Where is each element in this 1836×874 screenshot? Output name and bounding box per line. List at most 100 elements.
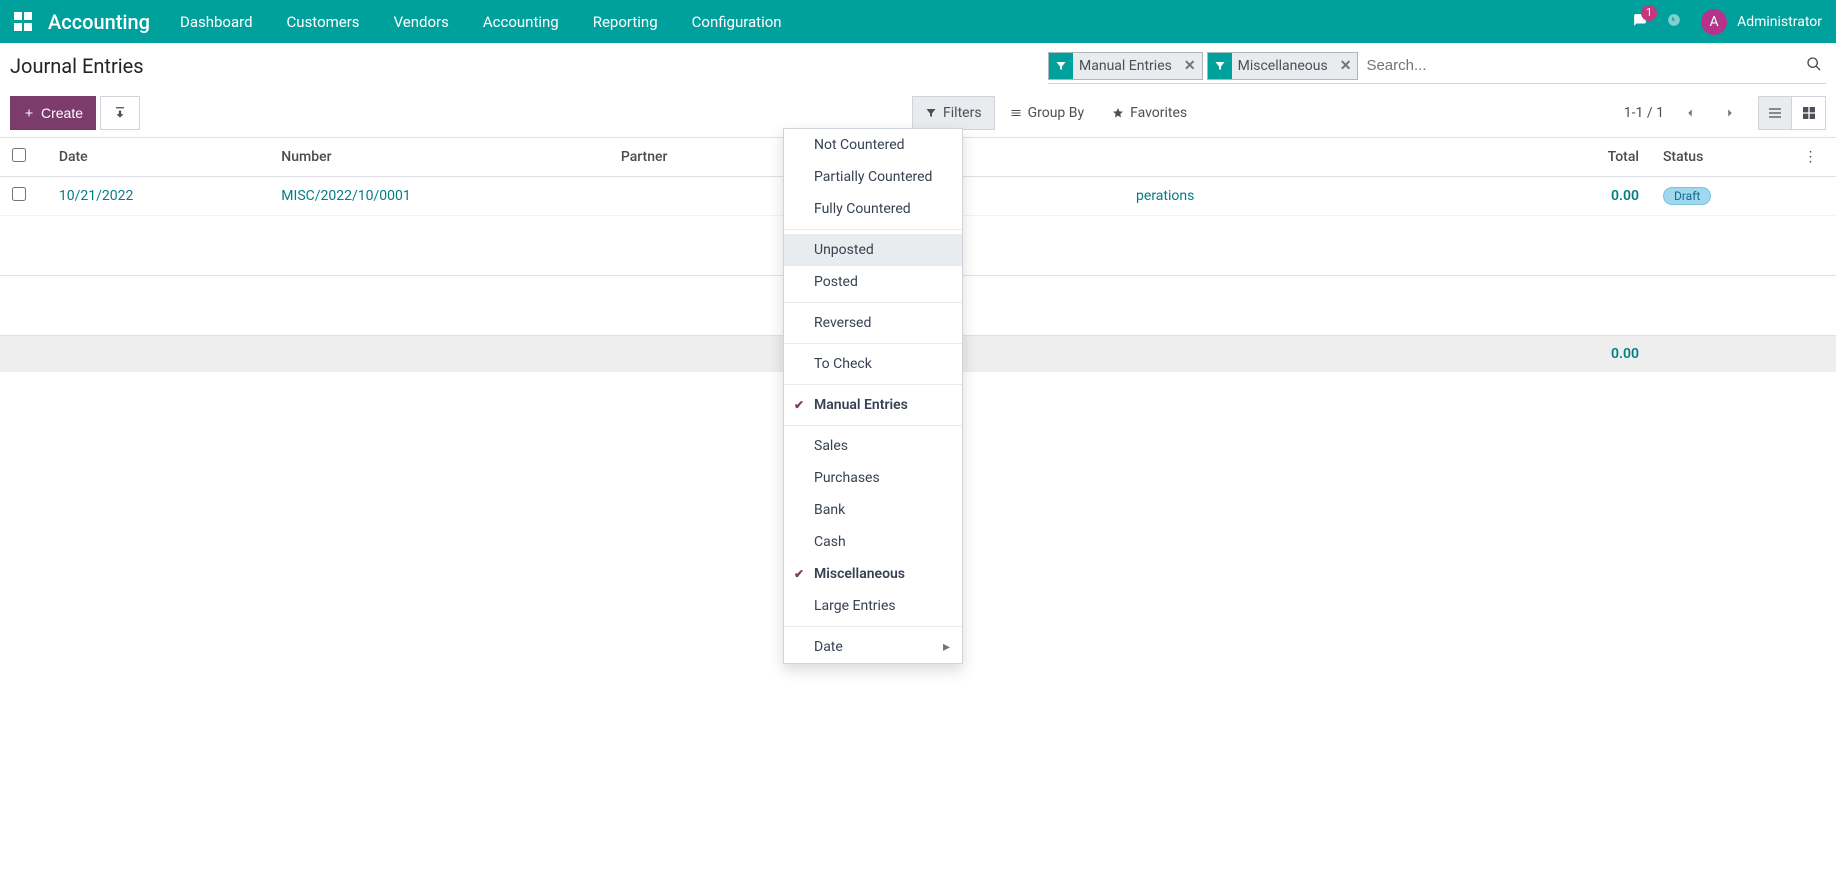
cell-journal[interactable]: perations <box>1124 177 1405 216</box>
filter-option-label: Manual Entries <box>814 397 908 413</box>
check-icon: ✔ <box>794 567 804 581</box>
menu-item[interactable]: Dashboard <box>180 13 253 31</box>
filter-option[interactable]: Date ▸ <box>784 631 962 663</box>
app-brand[interactable]: Accounting <box>48 10 150 34</box>
main-menu: Dashboard Customers Vendors Accounting Repor… <box>180 13 782 31</box>
pager: 1-1 / 1 <box>1624 99 1744 127</box>
search-bar[interactable]: Manual Entries ✕ Miscellaneous ✕ <box>1048 48 1826 84</box>
dropdown-separator <box>784 384 962 385</box>
favorites-button[interactable]: Favorites <box>1099 96 1200 130</box>
messages-icon[interactable]: 1 <box>1633 13 1647 31</box>
filter-option-label: Reversed <box>814 315 871 331</box>
filter-option-label: Not Countered <box>814 137 905 153</box>
cell-date[interactable]: 10/21/2022 <box>47 177 269 216</box>
row-checkbox[interactable] <box>12 187 26 201</box>
menu-item[interactable]: Configuration <box>692 13 782 31</box>
user-avatar: A <box>1701 9 1727 35</box>
facet-remove-icon[interactable]: ✕ <box>1178 58 1202 74</box>
columns-options-icon[interactable]: ⋮ <box>1791 138 1836 177</box>
dropdown-separator <box>784 425 962 426</box>
favorites-label: Favorites <box>1130 105 1187 121</box>
control-panel: Journal Entries Manual Entries ✕ Miscell… <box>0 43 1836 138</box>
cell-status: Draft <box>1651 177 1792 216</box>
search-toolbar: Filters Group By Favorites <box>912 96 1200 130</box>
filter-option-label: Bank <box>814 502 845 518</box>
filter-option[interactable]: Fully Countered <box>784 193 962 225</box>
list-view-button[interactable] <box>1758 96 1792 130</box>
col-number[interactable]: Number <box>269 138 609 177</box>
menu-item[interactable]: Reporting <box>593 13 658 31</box>
menu-item[interactable]: Vendors <box>394 13 449 31</box>
facet-label: Miscellaneous <box>1232 58 1334 74</box>
check-icon: ✔ <box>794 398 804 412</box>
filter-option-label: Sales <box>814 438 848 454</box>
col-total[interactable]: Total <box>1405 138 1651 177</box>
filter-icon <box>1049 53 1073 79</box>
dropdown-separator <box>784 343 962 344</box>
filter-option-label: Date <box>814 639 843 655</box>
filters-dropdown: Not Countered Partially Countered Fully Co… <box>783 128 963 664</box>
create-button-label: Create <box>41 105 83 121</box>
dropdown-separator <box>784 229 962 230</box>
col-partner[interactable]: Partner <box>609 138 785 177</box>
filters-label: Filters <box>943 105 982 121</box>
filter-icon <box>1208 53 1232 79</box>
filter-option-label: To Check <box>814 356 872 372</box>
filter-option[interactable]: Sales <box>784 430 962 462</box>
filter-option[interactable]: ✔ Miscellaneous <box>784 558 962 590</box>
cell-total: 0.00 <box>1405 177 1651 216</box>
cell-number[interactable]: MISC/2022/10/0001 <box>269 177 609 216</box>
search-facet: Manual Entries ✕ <box>1048 52 1203 80</box>
filter-option[interactable]: Large Entries <box>784 590 962 622</box>
top-navbar: Accounting Dashboard Customers Vendors Acco… <box>0 0 1836 43</box>
group-by-button[interactable]: Group By <box>997 96 1098 130</box>
filter-option-label: Miscellaneous <box>814 566 905 582</box>
filter-option-label: Fully Countered <box>814 201 911 217</box>
pager-range: 1-1 / 1 <box>1624 105 1664 121</box>
apps-icon[interactable] <box>14 12 34 32</box>
menu-item[interactable]: Customers <box>287 13 360 31</box>
filter-option[interactable]: Unposted <box>784 234 962 266</box>
facet-remove-icon[interactable]: ✕ <box>1334 58 1358 74</box>
select-all-checkbox[interactable] <box>12 148 26 162</box>
group-by-label: Group By <box>1028 105 1085 121</box>
filter-option[interactable]: Purchases <box>784 462 962 494</box>
cell-partner <box>609 177 785 216</box>
filter-option-label: Partially Countered <box>814 169 932 185</box>
col-journal[interactable] <box>1124 138 1405 177</box>
activities-icon[interactable] <box>1667 13 1681 31</box>
totals-total: 0.00 <box>1405 336 1651 373</box>
search-icon[interactable] <box>1806 56 1822 76</box>
filter-option[interactable]: Reversed <box>784 307 962 339</box>
user-name-label: Administrator <box>1737 14 1822 30</box>
kanban-view-button[interactable] <box>1792 96 1826 130</box>
view-switcher <box>1758 96 1826 130</box>
messages-badge: 1 <box>1641 5 1657 21</box>
filter-option-label: Cash <box>814 534 846 550</box>
filter-option[interactable]: ✔ Manual Entries <box>784 389 962 421</box>
create-button[interactable]: Create <box>10 96 96 130</box>
user-menu[interactable]: A Administrator <box>1701 9 1822 35</box>
col-status[interactable]: Status <box>1651 138 1792 177</box>
filter-option[interactable]: Posted <box>784 266 962 298</box>
filters-button[interactable]: Filters <box>912 96 995 130</box>
search-facet: Miscellaneous ✕ <box>1207 52 1359 80</box>
filter-option[interactable]: To Check <box>784 348 962 380</box>
dropdown-separator <box>784 302 962 303</box>
filter-option[interactable]: Bank <box>784 494 962 526</box>
filter-option[interactable]: Cash <box>784 526 962 558</box>
menu-item[interactable]: Accounting <box>483 13 559 31</box>
facet-label: Manual Entries <box>1073 58 1178 74</box>
filter-option-label: Posted <box>814 274 858 290</box>
filter-option-label: Large Entries <box>814 598 896 614</box>
caret-right-icon: ▸ <box>943 639 950 655</box>
status-badge: Draft <box>1663 187 1711 205</box>
pager-prev-icon[interactable] <box>1676 99 1704 127</box>
page-title: Journal Entries <box>10 54 144 78</box>
pager-next-icon[interactable] <box>1716 99 1744 127</box>
col-date[interactable]: Date <box>47 138 269 177</box>
search-input[interactable] <box>1362 57 1802 74</box>
filter-option[interactable]: Not Countered <box>784 129 962 161</box>
filter-option[interactable]: Partially Countered <box>784 161 962 193</box>
export-button[interactable] <box>100 96 140 130</box>
